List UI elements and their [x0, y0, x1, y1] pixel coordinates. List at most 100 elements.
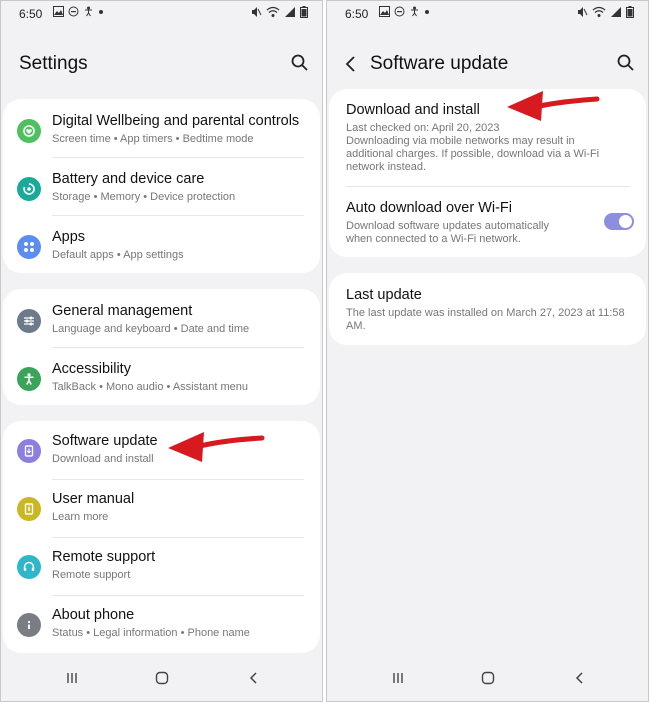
settings-screen: 6:50 Settings Digital Wellbeing and pare… [0, 0, 323, 702]
divider [52, 347, 304, 348]
gallery-icon [379, 6, 390, 17]
dnd-icon [68, 6, 79, 17]
settings-item-battery[interactable]: Battery and device care Storage • Memory… [3, 165, 320, 215]
settings-group-2: General management Language and keyboard… [3, 289, 320, 405]
mobile-data-note-line-2: additional charges. If possible, downloa… [346, 148, 600, 160]
recents-icon[interactable] [65, 671, 79, 685]
notification-icons [379, 6, 430, 17]
wifi-icon [266, 6, 280, 17]
item-title: User manual [52, 491, 135, 507]
auto-download-toggle[interactable] [604, 213, 634, 230]
headset-icon [17, 555, 41, 579]
auto-download-desc-line-2: when connected to a Wi-Fi network. [346, 233, 521, 245]
accessibility-status-icon [85, 6, 92, 17]
back-nav-icon[interactable] [573, 671, 587, 685]
back-arrow-icon[interactable] [341, 53, 363, 75]
system-icons [576, 6, 634, 18]
divider [52, 479, 304, 480]
last-update-title: Last update [346, 287, 422, 303]
status-bar: 6:50 [1, 1, 322, 27]
auto-download-desc-line-1: Download software updates automatically [346, 220, 550, 232]
item-subtitle: Screen time • App timers • Bedtime mode [52, 133, 254, 145]
item-subtitle: Remote support [52, 569, 131, 581]
settings-item-apps[interactable]: Apps Default apps • App settings [3, 223, 320, 273]
settings-group-3: Software update Download and install Use… [3, 421, 320, 653]
item-subtitle: Default apps • App settings [52, 249, 184, 261]
apps-grid-icon [17, 235, 41, 259]
last-update-card[interactable]: Last update The last update was installe… [329, 273, 646, 345]
system-icons [250, 6, 308, 18]
device-care-icon [17, 177, 41, 201]
item-title: Apps [52, 229, 86, 245]
item-title: Accessibility [52, 361, 131, 377]
item-title: Remote support [52, 549, 156, 565]
settings-item-software-update[interactable]: Software update Download and install [3, 427, 320, 477]
download-and-install-title: Download and install [346, 102, 480, 118]
search-icon[interactable] [616, 53, 636, 73]
item-title: General management [52, 303, 193, 319]
home-icon[interactable] [481, 671, 495, 685]
accessibility-status-icon [411, 6, 418, 17]
auto-download-item[interactable]: Auto download over Wi-Fi Download softwa… [329, 187, 646, 257]
dot-icon [425, 9, 429, 14]
status-bar: 6:50 [327, 1, 648, 27]
settings-item-general-management[interactable]: General management Language and keyboard… [3, 297, 320, 347]
divider [52, 215, 304, 216]
settings-item-about-phone[interactable]: About phone Status • Legal information •… [3, 601, 320, 651]
recents-icon[interactable] [391, 671, 405, 685]
dnd-icon [394, 6, 405, 17]
back-nav-icon[interactable] [247, 671, 261, 685]
auto-download-title: Auto download over Wi-Fi [346, 200, 513, 216]
item-subtitle: Status • Legal information • Phone name [52, 627, 250, 639]
toggle-knob [619, 215, 632, 228]
navigation-bar [1, 661, 322, 701]
settings-item-remote-support[interactable]: Remote support Remote support [3, 543, 320, 593]
item-title: About phone [52, 607, 135, 623]
user-manual-icon [17, 497, 41, 521]
settings-group-1: Digital Wellbeing and parental controls … [3, 99, 320, 273]
search-icon[interactable] [290, 53, 310, 73]
mute-icon [578, 7, 588, 17]
status-time: 6:50 [19, 7, 43, 21]
page-title: Settings [19, 53, 88, 74]
item-subtitle: Download and install [52, 453, 154, 465]
accessibility-icon [17, 367, 41, 391]
software-update-icon [17, 439, 41, 463]
wifi-icon [592, 6, 606, 17]
battery-icon [300, 6, 308, 18]
last-update-desc-line-1: The last update was installed on March 2… [346, 307, 625, 319]
last-update-desc-line-2: AM. [346, 320, 366, 332]
annotation-arrow [507, 91, 600, 121]
item-title: Digital Wellbeing and parental controls [52, 113, 300, 129]
page-title: Software update [370, 53, 509, 74]
home-icon[interactable] [155, 671, 169, 685]
mute-icon [252, 7, 262, 17]
battery-icon [626, 6, 634, 18]
notification-icons [53, 6, 104, 17]
item-title: Battery and device care [52, 171, 205, 187]
last-checked-text: Last checked on: April 20, 2023 [346, 122, 500, 134]
mobile-data-note-line-1: Downloading via mobile networks may resu… [346, 135, 575, 147]
settings-item-digital-wellbeing[interactable]: Digital Wellbeing and parental controls … [3, 107, 320, 157]
sliders-icon [17, 309, 41, 333]
settings-item-user-manual[interactable]: User manual Learn more [3, 485, 320, 535]
item-subtitle: Learn more [52, 511, 109, 523]
software-update-screen: 6:50 Software update Download and instal… [326, 0, 649, 702]
item-subtitle: TalkBack • Mono audio • Assistant menu [52, 381, 249, 393]
annotation-arrow [168, 432, 265, 462]
item-subtitle: Storage • Memory • Device protection [52, 191, 236, 203]
info-icon [17, 613, 41, 637]
gallery-icon [53, 6, 64, 17]
signal-icon [285, 7, 295, 17]
settings-item-accessibility[interactable]: Accessibility TalkBack • Mono audio • As… [3, 355, 320, 405]
divider [52, 595, 304, 596]
heart-leaf-icon [17, 119, 41, 143]
mobile-data-note-line-3: network instead. [346, 161, 427, 173]
divider [52, 537, 304, 538]
item-subtitle: Language and keyboard • Date and time [52, 323, 250, 335]
status-time: 6:50 [345, 7, 369, 21]
signal-icon [611, 7, 621, 17]
divider [52, 157, 304, 158]
dot-icon [99, 9, 103, 14]
navigation-bar [327, 661, 648, 701]
